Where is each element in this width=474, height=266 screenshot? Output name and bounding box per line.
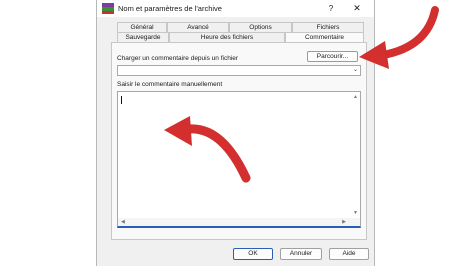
horizontal-scrollbar[interactable]: ◀ ▶ <box>118 218 360 226</box>
tab-heure-des-fichiers[interactable]: Heure des fichiers <box>169 32 285 42</box>
help-button[interactable]: Aide <box>329 248 369 260</box>
browse-button[interactable]: Parcourir... <box>307 51 358 62</box>
manual-comment-label: Saisir le commentaire manuellement <box>117 81 223 88</box>
tab-options[interactable]: Options <box>229 22 292 32</box>
cancel-button[interactable]: Annuler <box>280 248 322 260</box>
window-title: Nom et paramètres de l'archive <box>118 4 222 13</box>
tab-fichiers[interactable]: Fichiers <box>292 22 364 32</box>
load-comment-label: Charger un commentaire depuis un fichier <box>117 55 239 62</box>
tab-row-bottom: Sauvegarde Heure des fichiers Commentair… <box>117 32 364 42</box>
title-bar[interactable]: Nom et paramètres de l'archive ? ✕ <box>97 0 374 17</box>
comment-file-combobox[interactable]: ⌄ <box>117 65 361 76</box>
tab-general[interactable]: Général <box>117 22 167 32</box>
tab-avance[interactable]: Avancé <box>167 22 229 32</box>
text-caret <box>121 96 122 104</box>
tab-commentaire[interactable]: Commentaire <box>285 32 364 42</box>
tab-row-top: Général Avancé Options Fichiers <box>117 22 364 32</box>
annotation-arrow-center <box>164 116 251 183</box>
scroll-right-icon[interactable]: ▶ <box>342 218 346 226</box>
ok-button[interactable]: OK <box>233 248 273 260</box>
help-icon[interactable]: ? <box>323 2 339 15</box>
tab-sauvegarde[interactable]: Sauvegarde <box>117 32 169 42</box>
scroll-down-icon[interactable]: ▼ <box>353 210 358 216</box>
scroll-left-icon[interactable]: ◀ <box>121 218 125 226</box>
vertical-scrollbar[interactable]: ▲ ▼ <box>352 92 360 226</box>
winrar-icon <box>102 3 114 14</box>
scroll-up-icon[interactable]: ▲ <box>353 94 358 100</box>
annotation-arrow-top-right <box>359 6 439 69</box>
